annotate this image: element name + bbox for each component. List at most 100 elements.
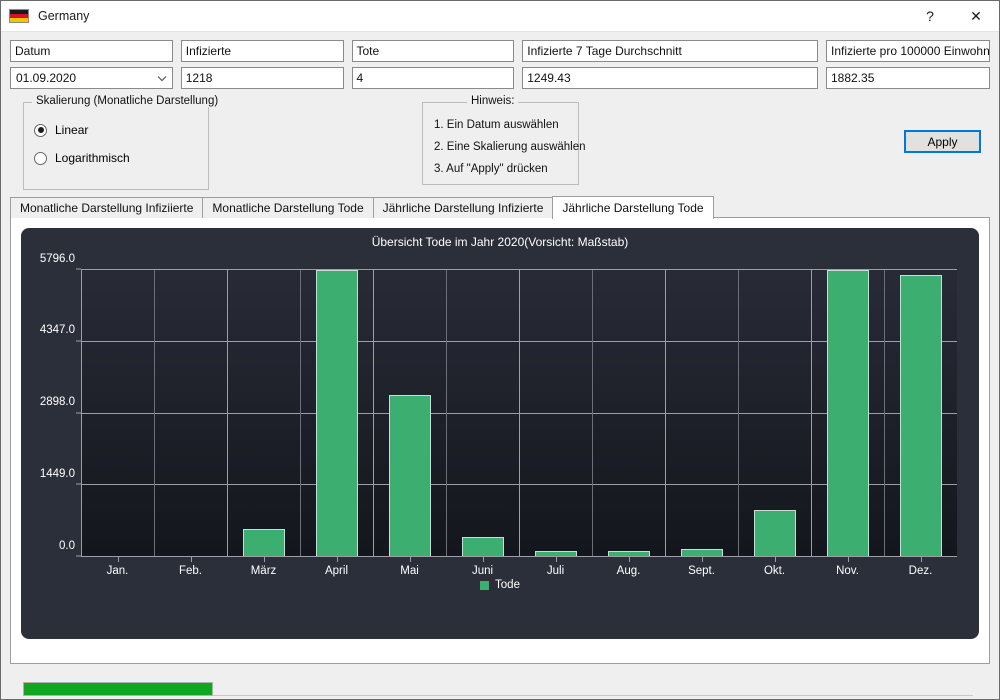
x-axis-tick-mark <box>920 557 922 562</box>
legend-label-tode: Tode <box>495 579 520 591</box>
status-area <box>1 665 999 699</box>
x-axis-tick-label: Nov. <box>836 565 859 577</box>
radio-option-logarithmisch[interactable]: Logarithmisch <box>34 151 208 165</box>
radio-linear-icon[interactable] <box>34 123 47 137</box>
y-axis-tick-label: 5796.0 <box>39 252 75 265</box>
label-7tage-durchschnitt: Infizierte 7 Tage Durchschnitt <box>522 40 818 62</box>
title-bar: Germany ? ✕ <box>1 1 999 32</box>
y-axis-tick-label: 1449.0 <box>39 467 75 480</box>
x-axis-tick-mark <box>847 557 849 562</box>
x-axis-tick-mark <box>774 557 776 562</box>
hint-line-1: 1. Ein Datum auswählen <box>434 119 559 131</box>
close-button[interactable]: ✕ <box>953 1 999 32</box>
radio-linear-label: Linear <box>55 123 89 137</box>
field-group-tote: Tote 4 <box>351 40 515 89</box>
bar-slot: Sept. <box>665 270 738 577</box>
app-window: Germany ? ✕ Datum 01.09.2020 Infizierte … <box>0 0 1000 700</box>
tab-monatliche-infiziierte[interactable]: Monatliche Darstellung Infiziierte <box>10 197 204 218</box>
bar-slot: Mai <box>373 270 446 577</box>
bar <box>753 510 796 557</box>
x-axis-tick-mark <box>482 557 484 562</box>
tab-strip: Monatliche Darstellung Infiziierte Monat… <box>10 196 990 219</box>
chart-title: Übersicht Tode im Jahr 2020(Vorsicht: Ma… <box>371 235 629 249</box>
bar-series-tode: Jan. Feb. März April Mai Juni Juli Aug. Sept. Okt… <box>81 270 957 577</box>
radio-logarithmisch-label: Logarithmisch <box>55 151 130 165</box>
x-axis-tick-mark <box>628 557 630 562</box>
apply-button[interactable]: Apply <box>904 130 981 153</box>
tote-value-field[interactable]: 4 <box>351 67 515 89</box>
x-axis-tick-label: Juli <box>546 565 565 577</box>
y-axis-tick-label: 2898.0 <box>39 396 75 408</box>
field-group-pro100000: Infizierte pro 100000 Einwohner 1882.35 <box>825 40 990 89</box>
hint-groupbox: Hinweis: 1. Ein Datum auswählen 2. Eine … <box>422 95 586 185</box>
x-axis-tick-mark <box>336 557 338 562</box>
bar-slot: Dez. <box>884 270 957 577</box>
y-axis-tick-label: 4347.0 <box>39 324 75 337</box>
label-infizierte: Infizierte <box>180 40 344 62</box>
x-axis-tick-mark <box>190 557 192 562</box>
x-axis-tick-mark <box>701 557 703 562</box>
x-axis-tick-label: Dez. <box>908 565 933 577</box>
bar-slot: April <box>300 270 373 577</box>
x-axis-tick-label: Juni <box>471 565 494 577</box>
bar <box>315 270 358 557</box>
radio-option-linear[interactable]: Linear <box>34 123 208 137</box>
x-axis-tick-label: Aug. <box>616 565 641 577</box>
progress-bar-track <box>23 682 973 696</box>
infizierte-value-field[interactable]: 1218 <box>180 67 344 89</box>
chart-plot-area: 0.0 1449.0 2898.0 4347.0 5796.0 Jan. Feb. März… <box>40 253 957 577</box>
tab-monatliche-tode[interactable]: Monatliche Darstellung Tode <box>202 197 374 218</box>
bar <box>461 536 504 557</box>
bar-slot: März <box>227 270 300 577</box>
datum-combobox[interactable]: 01.09.2020 <box>10 67 173 89</box>
bar-slot: Okt. <box>738 270 811 577</box>
label-tote: Tote <box>351 40 515 62</box>
bar <box>826 270 869 557</box>
progress-bar-fill <box>23 682 213 696</box>
7tage-durchschnitt-value-field[interactable]: 1249.43 <box>522 67 818 89</box>
scaling-groupbox: Skalierung (Monatliche Darstellung) Line… <box>23 95 223 190</box>
hint-group-title: Hinweis: <box>467 95 519 107</box>
x-axis-tick-label: Mai <box>400 565 419 577</box>
pro-100000-einwohner-value-field[interactable]: 1882.35 <box>825 67 990 89</box>
label-pro-100000-einwohner: Infizierte pro 100000 Einwohner <box>825 40 990 62</box>
legend-swatch-tode <box>480 580 490 590</box>
x-axis-tick-label: Okt. <box>763 565 786 577</box>
datum-value: 01.09.2020 <box>16 71 77 85</box>
field-group-infizierte: Infizierte 1218 <box>180 40 344 89</box>
tab-panel: Übersicht Tode im Jahr 2020(Vorsicht: Ma… <box>10 217 990 664</box>
window-title: Germany <box>38 9 90 23</box>
x-axis-tick-label: Jan. <box>106 565 129 577</box>
x-axis-tick-label: Feb. <box>178 565 203 577</box>
x-axis-tick-mark <box>409 557 411 562</box>
x-axis-tick-label: März <box>250 565 277 577</box>
hint-line-2: 2. Eine Skalierung auswählen <box>434 141 586 153</box>
tab-jaehrliche-infizierte[interactable]: Jährliche Darstellung Infizierte <box>372 197 554 218</box>
chart-card: Übersicht Tode im Jahr 2020(Vorsicht: Ma… <box>21 228 979 639</box>
bar <box>388 394 431 557</box>
bar-slot: Aug. <box>592 270 665 577</box>
x-axis-tick-mark <box>263 557 265 562</box>
x-axis-tick-mark <box>555 557 557 562</box>
x-axis-tick-mark <box>117 557 119 562</box>
bar-slot: Juli <box>519 270 592 577</box>
help-button[interactable]: ? <box>907 1 953 32</box>
bar-slot: Feb. <box>154 270 227 577</box>
y-axis-line <box>81 270 82 557</box>
chevron-down-icon <box>156 72 168 84</box>
chart-legend: Tode <box>21 579 979 591</box>
x-axis-tick-label: April <box>324 565 349 577</box>
x-axis-line <box>81 556 957 557</box>
fields-row: Datum 01.09.2020 Infizierte 1218 Tote 4 … <box>1 32 999 89</box>
radio-logarithmisch-icon[interactable] <box>34 151 47 165</box>
y-axis-tick-label: 0.0 <box>59 539 75 552</box>
options-row: Skalierung (Monatliche Darstellung) Line… <box>1 95 999 196</box>
bar <box>899 274 942 557</box>
bar <box>242 528 285 557</box>
scaling-group-title: Skalierung (Monatliche Darstellung) <box>32 95 223 107</box>
hint-line-3: 3. Auf "Apply" drücken <box>434 163 548 175</box>
field-group-datum: Datum 01.09.2020 <box>10 40 173 89</box>
field-group-7tage: Infizierte 7 Tage Durchschnitt 1249.43 <box>522 40 818 89</box>
x-axis-tick-label: Sept. <box>688 565 715 577</box>
tab-jaehrliche-tode[interactable]: Jährliche Darstellung Tode <box>552 196 714 219</box>
